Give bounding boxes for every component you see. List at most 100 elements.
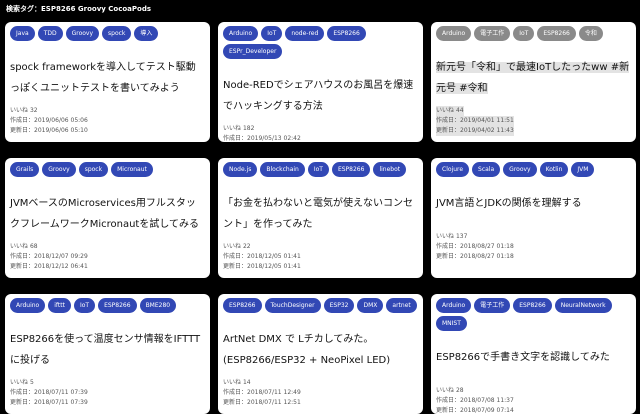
tag-pill[interactable]: spock bbox=[102, 26, 132, 41]
article-title-wrap: ArtNet DMX で Lチカしてみた。(ESP8266/ESP32 + Ne… bbox=[223, 327, 418, 369]
tag-pill[interactable]: Node.js bbox=[223, 162, 258, 177]
likes-count-value: 44 bbox=[455, 107, 464, 114]
tag-pill[interactable]: BME280 bbox=[139, 298, 177, 313]
created-date: 作成日：2018/07/11 12:49 bbox=[223, 388, 301, 398]
likes-count-label: いいね bbox=[436, 387, 455, 394]
tag-pill[interactable]: TouchDesigner bbox=[264, 298, 321, 313]
updated-date-value: 2018/12/12 06:41 bbox=[34, 263, 88, 270]
created-date-value: 2018/12/07 09:29 bbox=[34, 253, 88, 260]
tag-pill[interactable]: Kotlin bbox=[539, 162, 569, 177]
article-title[interactable]: ESP8266で手書き文字を認識してみた bbox=[436, 352, 610, 363]
article-meta: いいね 182作成日：2019/05/13 02:42更新日：2019/05/1… bbox=[223, 124, 418, 142]
article-card[interactable]: Clojure Scala Groovy Kotlin JVM JVM言語とJDKの関係を… bbox=[431, 158, 636, 278]
tag-pill[interactable]: Clojure bbox=[436, 162, 470, 177]
tag-pill[interactable]: NeuralNetwork bbox=[554, 298, 612, 313]
tag-pill[interactable]: Groovy bbox=[503, 162, 537, 177]
tag-pill[interactable]: Groovy bbox=[65, 26, 100, 41]
created-date: 作成日：2018/07/11 07:39 bbox=[10, 388, 88, 398]
article-title-wrap: ESP8266を使って温度センサ情報をIFTTTに投げる bbox=[10, 327, 205, 369]
tag-pill[interactable]: Micronaut bbox=[111, 162, 153, 177]
created-date-label: 作成日： bbox=[10, 117, 35, 124]
tag-pill[interactable]: 電子工作 bbox=[474, 298, 511, 313]
updated-date-label: 更新日： bbox=[436, 127, 461, 134]
article-card[interactable]: Arduino 電子工作 ESP8266 NeuralNetwork MNIST ESP8… bbox=[431, 294, 636, 414]
tag-pill[interactable]: ESP8266 bbox=[513, 298, 552, 313]
likes-count: いいね 68 bbox=[10, 242, 38, 252]
article-title-wrap: spock frameworkを導入してテスト駆動っぽくユニットテストを書いてみ… bbox=[10, 55, 205, 97]
tag-pill[interactable]: ESP8266 bbox=[98, 298, 137, 313]
tag-pill[interactable]: TDD bbox=[37, 26, 63, 41]
tag-pill[interactable]: ESP8266 bbox=[537, 26, 576, 41]
article-title[interactable]: ESP8266を使って温度センサ情報をIFTTTに投げる bbox=[10, 334, 200, 366]
tag-list: Arduino ifttt IoT ESP8266 BME280 bbox=[10, 298, 205, 313]
tag-pill[interactable]: IoT bbox=[261, 26, 283, 41]
created-date-label: 作成日： bbox=[436, 397, 461, 404]
article-title[interactable]: 「お金を払わないと電気が使えないコンセント」を作ってみた bbox=[223, 198, 413, 230]
tag-pill[interactable]: Arduino bbox=[10, 298, 46, 313]
article-meta: いいね 28 作成日：2018/07/08 11:37 更新日：2018/07/09… bbox=[436, 386, 631, 414]
updated-date: 更新日：2018/07/09 07:14 bbox=[436, 406, 514, 414]
article-card[interactable]: Arduino IoT node-red ESP8266 ESPr_Developer N… bbox=[218, 22, 423, 142]
article-title[interactable]: JVMベースのMicroservices用フルスタックフレームワークMicron… bbox=[10, 198, 199, 230]
tag-pill[interactable]: ESPr_Developer bbox=[223, 44, 283, 59]
tag-pill[interactable]: node-red bbox=[285, 26, 325, 41]
tag-pill[interactable]: IoT bbox=[513, 26, 535, 41]
likes-count-value: 32 bbox=[29, 107, 38, 114]
article-card[interactable]: Grails Groovy spock Micronaut JVMベースのMicrose… bbox=[5, 158, 210, 278]
article-card[interactable]: Arduino 電子工作 IoT ESP8266 令和新元号「令和」で最速IoTしたった… bbox=[431, 22, 636, 142]
tag-pill[interactable]: 導入 bbox=[134, 26, 159, 41]
tag-pill[interactable]: IoT bbox=[73, 298, 96, 313]
article-card[interactable]: ESP8266 TouchDesigner ESP32 DMX artnet ArtNet… bbox=[218, 294, 423, 414]
tag-pill[interactable]: Groovy bbox=[42, 162, 76, 177]
tag-pill[interactable]: MNIST bbox=[436, 316, 467, 331]
article-title[interactable]: 新元号「令和」で最速IoTしたったww #新元号 #令和 bbox=[436, 62, 630, 94]
tag-pill[interactable]: artnet bbox=[386, 298, 417, 313]
updated-date: 更新日：2018/08/27 01:18 bbox=[436, 252, 514, 262]
tag-pill[interactable]: IoT bbox=[307, 162, 329, 177]
article-title[interactable]: Node-REDでシェアハウスのお風呂を爆速でハッキングする方法 bbox=[223, 80, 413, 112]
tag-pill[interactable]: spock bbox=[78, 162, 109, 177]
updated-date-label: 更新日： bbox=[10, 399, 35, 406]
tag-pill[interactable]: ESP8266 bbox=[331, 162, 371, 177]
likes-count-value: 22 bbox=[242, 243, 251, 250]
tag-pill[interactable]: Blockchain bbox=[260, 162, 305, 177]
tag-pill[interactable]: ESP8266 bbox=[327, 26, 366, 41]
tag-pill[interactable]: ifttt bbox=[48, 298, 71, 313]
tag-pill[interactable]: 電子工作 bbox=[474, 26, 511, 41]
article-card[interactable]: Java TDD Groovy spock 導入 spock frameworkを導入して… bbox=[5, 22, 210, 142]
tag-pill[interactable]: ESP32 bbox=[323, 298, 355, 313]
article-card[interactable]: Node.js Blockchain IoT ESP8266 linebot 「お金を払わ… bbox=[218, 158, 423, 278]
tag-pill[interactable]: linebot bbox=[373, 162, 407, 177]
tag-pill[interactable]: JVM bbox=[571, 162, 595, 177]
article-card[interactable]: Arduino ifttt IoT ESP8266 BME280 ESP8266を使って温… bbox=[5, 294, 210, 414]
tag-list: ESP8266 TouchDesigner ESP32 DMX artnet bbox=[223, 298, 418, 313]
updated-date-value: 2018/07/11 07:39 bbox=[34, 399, 88, 406]
tag-pill[interactable]: Arduino bbox=[436, 298, 472, 313]
tag-pill[interactable]: ESP8266 bbox=[223, 298, 262, 313]
updated-date-value: 2018/08/27 01:18 bbox=[460, 253, 514, 260]
tag-pill[interactable]: 令和 bbox=[578, 26, 603, 41]
tag-pill[interactable]: Arduino bbox=[436, 26, 472, 41]
created-date-value: 2018/08/27 01:18 bbox=[460, 243, 514, 250]
updated-date-label: 更新日： bbox=[436, 407, 461, 414]
tag-pill[interactable]: Arduino bbox=[223, 26, 259, 41]
updated-date-label: 更新日： bbox=[223, 399, 248, 406]
created-date: 作成日：2018/08/27 01:18 bbox=[436, 242, 514, 252]
article-title[interactable]: JVM言語とJDKの関係を理解する bbox=[436, 198, 582, 209]
created-date-value: 2019/04/01 11:51 bbox=[460, 117, 514, 124]
tag-pill[interactable]: Grails bbox=[10, 162, 40, 177]
created-date: 作成日：2018/12/05 01:41 bbox=[223, 252, 301, 262]
article-title-wrap: Node-REDでシェアハウスのお風呂を爆速でハッキングする方法 bbox=[223, 73, 418, 115]
tag-pill[interactable]: Java bbox=[10, 26, 35, 41]
tag-pill[interactable]: DMX bbox=[357, 298, 384, 313]
created-date-value: 2018/07/08 11:37 bbox=[460, 397, 514, 404]
tag-list: Clojure Scala Groovy Kotlin JVM bbox=[436, 162, 631, 177]
likes-count: いいね 32 bbox=[10, 106, 38, 116]
tag-pill[interactable]: Scala bbox=[472, 162, 501, 177]
created-date: 作成日：2018/07/08 11:37 bbox=[436, 396, 514, 406]
article-title[interactable]: ArtNet DMX で Lチカしてみた。(ESP8266/ESP32 + Ne… bbox=[223, 334, 390, 366]
created-date: 作成日：2018/12/07 09:29 bbox=[10, 252, 88, 262]
article-title[interactable]: spock frameworkを導入してテスト駆動っぽくユニットテストを書いてみ… bbox=[10, 62, 196, 94]
likes-count-value: 182 bbox=[242, 125, 255, 132]
likes-count: いいね 44 bbox=[436, 106, 464, 116]
